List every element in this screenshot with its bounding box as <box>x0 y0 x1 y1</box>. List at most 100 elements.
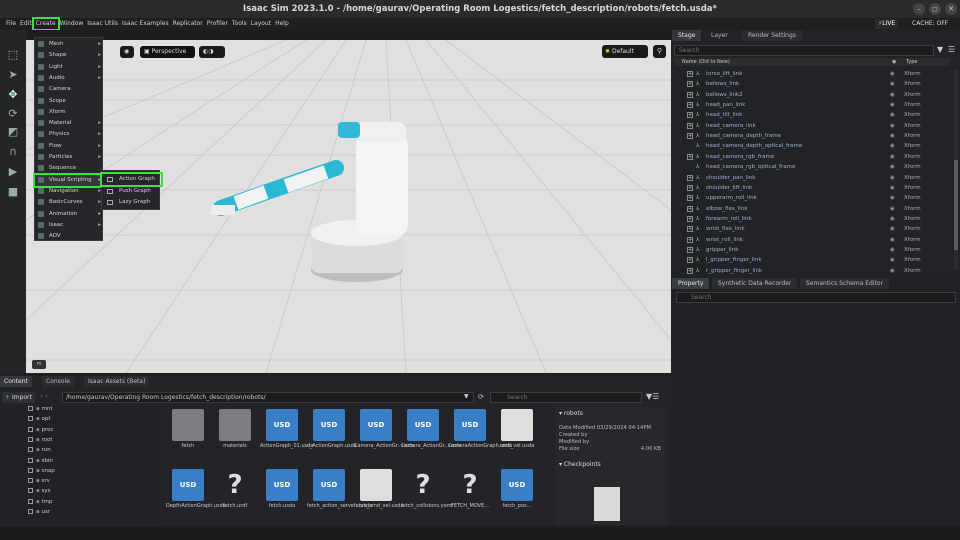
play-icon[interactable]: ▶ <box>6 165 20 179</box>
file-tile[interactable]: ? fetch.urdf <box>213 469 257 521</box>
pin-icon[interactable]: ⚲ <box>653 45 666 58</box>
expand-icon[interactable]: + <box>687 122 693 129</box>
tab-semantics-schema-editor[interactable]: Semantics Schema Editor <box>800 278 889 289</box>
menu-isaac-utils[interactable]: Isaac Utils <box>85 19 120 29</box>
stage-row[interactable]: + ⅄ head_camera_depth_frame ◉ Xform <box>672 131 952 141</box>
stage-row[interactable]: + ⅄ wrist_roll_link ◉ Xform <box>672 235 952 245</box>
create-menu-item-physics[interactable]: Physics ▸ <box>35 129 104 140</box>
expand-icon[interactable]: + <box>687 71 693 77</box>
expand-icon[interactable]: + <box>687 102 693 109</box>
expand-icon[interactable] <box>28 406 33 411</box>
create-menu-item-navigation[interactable]: Navigation ▸ <box>35 186 104 197</box>
create-menu-item-particles[interactable]: Particles ▸ <box>35 152 104 163</box>
expand-icon[interactable]: + <box>687 205 693 212</box>
stage-row[interactable]: + ⅄ shoulder_lift_link ◉ Xform <box>672 183 952 193</box>
expand-icon[interactable] <box>28 488 33 494</box>
expand-icon[interactable]: + <box>687 184 693 191</box>
visibility-eye-icon[interactable]: ◉ <box>890 235 895 245</box>
refresh-icon[interactable]: ⟳ <box>478 393 484 401</box>
expand-icon[interactable]: + <box>687 133 693 140</box>
tab-stage[interactable]: Stage <box>672 30 702 41</box>
expand-icon[interactable]: + <box>687 153 693 160</box>
snap-icon[interactable]: ∩ <box>6 145 20 159</box>
expand-icon[interactable] <box>28 509 33 514</box>
menu-profiler[interactable]: Profiler <box>205 19 230 29</box>
visibility-eye-icon[interactable]: ◉ <box>890 193 895 203</box>
visibility-eye-icon[interactable]: ◉ <box>890 121 895 131</box>
move-icon[interactable]: ✥ <box>6 88 20 102</box>
expand-icon[interactable]: + <box>687 246 693 253</box>
menu-file[interactable]: File <box>4 19 18 29</box>
file-tile[interactable]: USD fetch.usda <box>260 469 304 521</box>
create-menu-item-sequence[interactable]: Sequence <box>35 163 104 174</box>
close-icon[interactable]: ✕ <box>945 3 957 15</box>
visibility-eye-icon[interactable]: ◉ <box>890 255 895 265</box>
expand-icon[interactable]: + <box>687 226 693 233</box>
file-tile[interactable]: USD CameraActionGraph.usda <box>448 409 512 461</box>
file-tile[interactable]: ? FETCH_MOVE... <box>448 469 492 521</box>
menu-tools[interactable]: Tools <box>230 19 249 29</box>
tree-item[interactable]: ▪ srv <box>28 478 50 484</box>
menu-layout[interactable]: Layout <box>249 19 273 29</box>
expand-icon[interactable] <box>28 498 33 504</box>
visibility-eye-icon[interactable]: ◉ <box>890 90 895 100</box>
menu-isaac-examples[interactable]: Isaac Examples <box>120 19 171 29</box>
stage-row[interactable]: + ⅄ head_pan_link ◉ Xform <box>672 100 952 110</box>
tree-item[interactable]: ▪ sys <box>28 488 50 494</box>
tree-item[interactable]: ▪ proc <box>28 426 54 433</box>
visibility-eye-icon[interactable]: ◉ <box>890 224 895 234</box>
cache-status[interactable]: CACHE: OFF <box>912 19 948 29</box>
checkpoints-header[interactable]: ▾ Checkpoints <box>559 461 601 468</box>
rotate-icon[interactable]: ⟳ <box>6 107 20 121</box>
create-menu-item-shape[interactable]: Shape ▸ <box>35 50 104 61</box>
minimize-icon[interactable]: – <box>913 3 925 15</box>
file-tile[interactable]: USD fetch_pos... <box>495 469 539 521</box>
visibility-eye-icon[interactable]: ◉ <box>890 183 895 193</box>
stage-row[interactable]: + ⅄ head_camera_rgb_frame ◉ Xform <box>672 152 952 162</box>
options-icon[interactable]: ☰ <box>948 45 955 54</box>
path-field[interactable]: /home/gaurav/Operating Room Logestics/fe… <box>62 392 474 403</box>
file-tile[interactable]: fetch <box>166 409 210 461</box>
visibility-eye-icon[interactable]: ◉ <box>890 162 895 172</box>
tree-item[interactable]: ▪ mnt <box>28 406 52 412</box>
tree-item[interactable]: ▪ snap <box>28 467 55 474</box>
menu-window[interactable]: Window <box>58 19 86 29</box>
content-filter-icon[interactable]: ▼☰ <box>646 392 659 401</box>
visibility-eye-icon[interactable]: ◉ <box>890 131 895 141</box>
lighting-button[interactable]: ✹ Default <box>602 45 648 58</box>
stage-row[interactable]: + ⅄ bellows_link2 ◉ Xform <box>672 90 952 100</box>
scale-icon[interactable]: ◩ <box>6 125 20 139</box>
file-tile[interactable]: USD c_ActionGraph.usda <box>307 409 357 461</box>
import-button[interactable]: + Import <box>2 392 35 403</box>
tab-console[interactable]: Console <box>42 376 74 387</box>
create-menu-item-mesh[interactable]: Mesh ▸ <box>35 39 104 50</box>
render-mode-button[interactable]: ◐◑ <box>199 46 225 58</box>
live-badge[interactable]: ⚡LIVE <box>875 19 899 29</box>
tree-item[interactable]: ▪ usr <box>28 509 50 515</box>
create-menu-item-animation[interactable]: Animation ▸ <box>35 209 104 220</box>
expand-icon[interactable]: + <box>687 174 693 181</box>
file-tile[interactable]: USD Camera_ActionGr...usda <box>401 409 461 461</box>
create-menu-item-flow[interactable]: Flow ▸ <box>35 141 104 152</box>
stage-row[interactable]: + ⅄ shoulder_pan_link ◉ Xform <box>672 173 952 183</box>
stop-icon[interactable]: ■ <box>6 185 20 199</box>
stage-row[interactable]: + ⅄ l_gripper_finger_link ◉ Xform <box>672 255 952 265</box>
file-tile[interactable]: cmd_vel.usda <box>495 409 539 461</box>
visibility-eye-icon[interactable]: ◉ <box>890 214 895 224</box>
expand-icon[interactable] <box>28 426 33 432</box>
expand-icon[interactable] <box>28 478 33 484</box>
visibility-eye-icon[interactable]: ◉ <box>890 100 895 110</box>
expand-icon[interactable] <box>28 457 33 463</box>
visibility-eye-icon[interactable]: ◉ <box>890 141 895 151</box>
menu-edit[interactable]: Edit <box>18 19 34 29</box>
expand-icon[interactable]: + <box>687 257 693 264</box>
stage-row[interactable]: + ⅄ gripper_link ◉ Xform <box>672 245 952 255</box>
menu-replicator[interactable]: Replicator <box>171 19 205 29</box>
create-menu-item-audio[interactable]: Audio ▸ <box>35 73 104 84</box>
create-menu-item-light[interactable]: Light ▸ <box>35 62 104 73</box>
visibility-eye-icon[interactable]: ◉ <box>890 245 895 255</box>
expand-icon[interactable]: + <box>687 215 693 222</box>
stage-row[interactable]: + ⅄ bellows_link ◉ Xform <box>672 79 952 89</box>
visibility-eye-icon[interactable]: ◉ <box>890 152 895 162</box>
tree-item[interactable]: ▪ tmp <box>28 498 53 505</box>
